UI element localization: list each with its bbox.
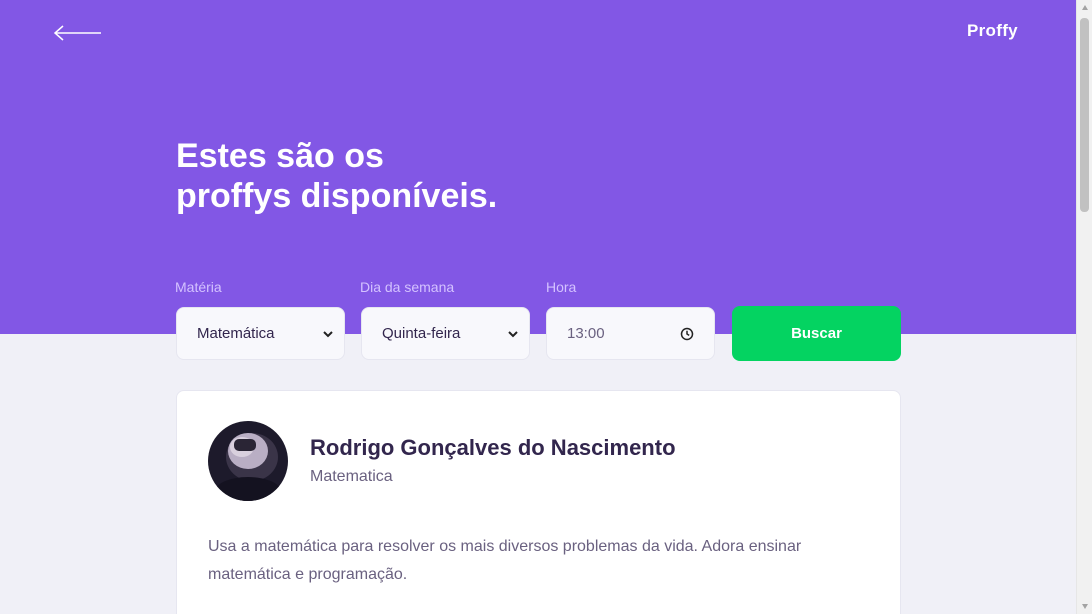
weekday-label: Dia da semana xyxy=(360,279,455,295)
teacher-card: Rodrigo Gonçalves do Nascimento Matemati… xyxy=(176,390,901,614)
scrollbar-thumb[interactable] xyxy=(1080,18,1089,212)
weekday-select[interactable]: Quinta-feira xyxy=(361,307,530,360)
chevron-down-icon xyxy=(508,330,518,337)
page-header: Proffy Estes são os proffys disponíveis. xyxy=(0,0,1076,334)
avatar-image xyxy=(208,421,288,501)
page-title: Estes são os proffys disponíveis. xyxy=(176,136,596,216)
weekday-select-value: Quinta-feira xyxy=(382,325,461,342)
time-input[interactable]: 13:00 xyxy=(546,307,715,360)
scroll-down-icon[interactable] xyxy=(1081,602,1089,610)
teacher-bio: Usa a matemática para resolver os mais d… xyxy=(208,538,802,583)
subject-label: Matéria xyxy=(175,279,222,295)
search-button[interactable]: Buscar xyxy=(732,306,901,361)
page-title-line-1: Estes são os xyxy=(176,137,384,175)
subject-select-value: Matemática xyxy=(197,325,275,342)
page-title-line-2: proffys disponíveis. xyxy=(176,177,498,215)
avatar xyxy=(208,421,288,501)
logo: Proffy xyxy=(967,21,1018,40)
arrow-left-icon[interactable] xyxy=(53,24,103,42)
chevron-down-icon xyxy=(323,330,333,337)
time-label: Hora xyxy=(546,279,577,295)
subject-select[interactable]: Matemática xyxy=(176,307,345,360)
time-input-value: 13:00 xyxy=(567,325,605,342)
teacher-subject: Matematica xyxy=(310,468,393,485)
clock-icon[interactable] xyxy=(680,327,694,341)
teacher-name: Rodrigo Gonçalves do Nascimento xyxy=(310,435,676,460)
scrollbar[interactable] xyxy=(1076,0,1092,614)
scroll-up-icon[interactable] xyxy=(1081,4,1089,12)
